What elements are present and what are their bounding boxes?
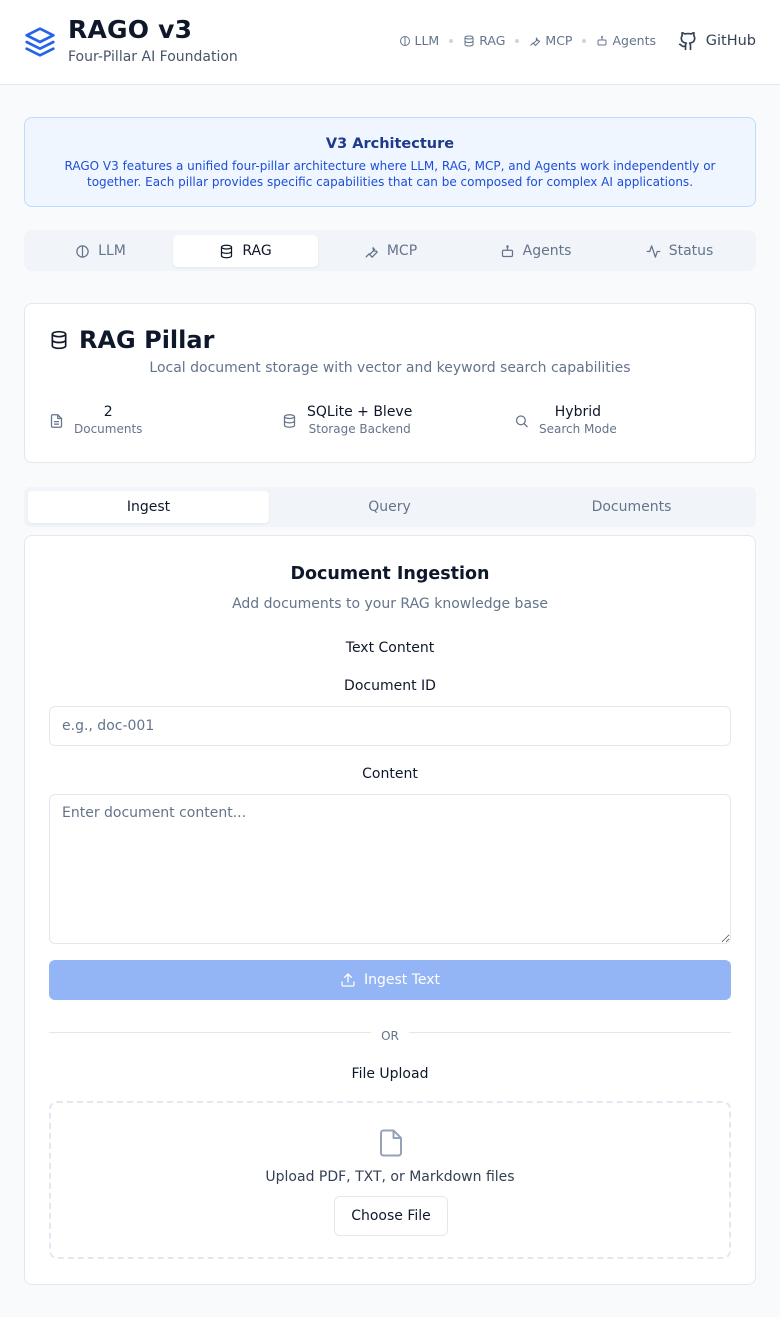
- top-nav-agents[interactable]: Agents: [596, 33, 656, 48]
- tab-documents[interactable]: Documents: [511, 491, 752, 523]
- tab-ingest[interactable]: Ingest: [28, 491, 269, 523]
- wrench-icon: [365, 246, 378, 258]
- nav-separator: [582, 38, 587, 43]
- text-content-label: Text Content: [345, 640, 435, 656]
- ingest-text-label: Ingest Text: [363, 972, 441, 988]
- file-upload-label: File Upload: [351, 1066, 429, 1082]
- tab-rag-label: RAG: [242, 243, 272, 259]
- app-header: RAGO v3 Four-Pillar AI Foundation LLM RA…: [0, 0, 780, 85]
- database-icon: [221, 244, 233, 258]
- stat-documents: 2 Documents: [49, 404, 142, 437]
- stat-storage-label: Storage Backend: [308, 422, 411, 436]
- top-nav-llm[interactable]: LLM: [399, 33, 440, 48]
- brain-icon: [76, 244, 89, 258]
- github-link[interactable]: GitHub: [678, 31, 756, 51]
- github-icon: [678, 31, 696, 51]
- database-icon: [464, 35, 474, 47]
- github-label: GitHub: [705, 33, 756, 49]
- tab-llm[interactable]: LLM: [28, 235, 173, 267]
- upload-icon: [341, 973, 355, 987]
- top-nav-agents-label: Agents: [612, 33, 656, 48]
- ingest-text-button[interactable]: Ingest Text: [49, 960, 731, 1000]
- tab-query[interactable]: Query: [269, 491, 510, 523]
- tab-agents-label: Agents: [522, 243, 572, 259]
- nav-separator: [515, 38, 520, 43]
- tab-rag[interactable]: RAG: [173, 235, 318, 267]
- file-icon: [380, 1129, 402, 1157]
- search-icon: [515, 414, 528, 427]
- top-nav-llm-label: LLM: [414, 33, 440, 48]
- or-divider-label-wrap: OR: [25, 1025, 755, 1044]
- choose-file-button[interactable]: Choose File: [334, 1196, 448, 1236]
- tab-status[interactable]: Status: [607, 235, 752, 267]
- database-icon: [51, 330, 67, 350]
- file-text-icon: [50, 413, 63, 428]
- bot-icon: [501, 244, 513, 257]
- ingestion-subtitle: Add documents to your RAG knowledge base: [232, 596, 548, 612]
- content-textarea[interactable]: [49, 794, 731, 944]
- bot-icon: [597, 35, 607, 45]
- rag-pillar-title: RAG Pillar: [49, 326, 214, 354]
- rag-pillar-subtitle: Local document storage with vector and k…: [149, 360, 631, 376]
- top-nav-mcp-label: MCP: [545, 33, 573, 48]
- stat-search-mode-label: Search Mode: [539, 422, 617, 436]
- top-nav-mcp[interactable]: MCP: [529, 33, 572, 48]
- tab-mcp-label: MCP: [386, 243, 418, 259]
- rag-pillar-title-text: RAG Pillar: [79, 326, 215, 354]
- stat-documents-label: Documents: [74, 422, 143, 436]
- tab-status-label: Status: [668, 243, 714, 259]
- pillar-tabs: LLM RAG MCP Agents Status: [24, 230, 756, 271]
- document-id-input[interactable]: [49, 706, 731, 746]
- app-subtitle: Four-Pillar AI Foundation: [68, 49, 238, 65]
- top-nav-rag-label: RAG: [479, 33, 506, 48]
- file-dropzone[interactable]: Upload PDF, TXT, or Markdown files Choos…: [49, 1101, 731, 1259]
- rag-pillar-card: RAG Pillar Local document storage with v…: [24, 303, 756, 463]
- wrench-icon: [530, 36, 541, 46]
- architecture-description: RAGO V3 features a unified four-pillar a…: [64, 159, 716, 189]
- or-divider-label: OR: [371, 1029, 409, 1043]
- architecture-banner: V3 Architecture RAGO V3 features a unifi…: [24, 117, 756, 207]
- content-label: Content: [362, 766, 418, 782]
- app-title: RAGO v3: [68, 15, 193, 44]
- tab-agents[interactable]: Agents: [463, 235, 608, 267]
- stat-storage: SQLite + Bleve Storage Backend: [282, 404, 412, 437]
- stat-storage-value: SQLite + Bleve: [307, 404, 413, 420]
- dropzone-text: Upload PDF, TXT, or Markdown files: [265, 1169, 515, 1185]
- stat-documents-value: 2: [103, 404, 113, 420]
- document-id-label: Document ID: [344, 678, 436, 694]
- tab-llm-label: LLM: [98, 243, 126, 259]
- database-icon: [283, 413, 296, 428]
- ingestion-title: Document Ingestion: [290, 564, 490, 584]
- activity-icon: [646, 244, 661, 258]
- nav-separator: [449, 38, 454, 43]
- top-nav-rag[interactable]: RAG: [463, 33, 505, 48]
- ingestion-card: Document Ingestion Add documents to your…: [24, 535, 756, 1285]
- stat-search-mode: Hybrid Search Mode: [514, 404, 617, 437]
- stat-search-mode-value: Hybrid: [554, 404, 601, 420]
- tab-mcp[interactable]: MCP: [318, 235, 463, 267]
- rag-sub-tabs: Ingest Query Documents: [24, 487, 756, 527]
- layers-icon: [25, 27, 55, 57]
- top-nav: LLM RAG MCP Agents: [399, 33, 656, 48]
- architecture-title: V3 Architecture: [325, 136, 455, 152]
- brain-icon: [399, 35, 410, 46]
